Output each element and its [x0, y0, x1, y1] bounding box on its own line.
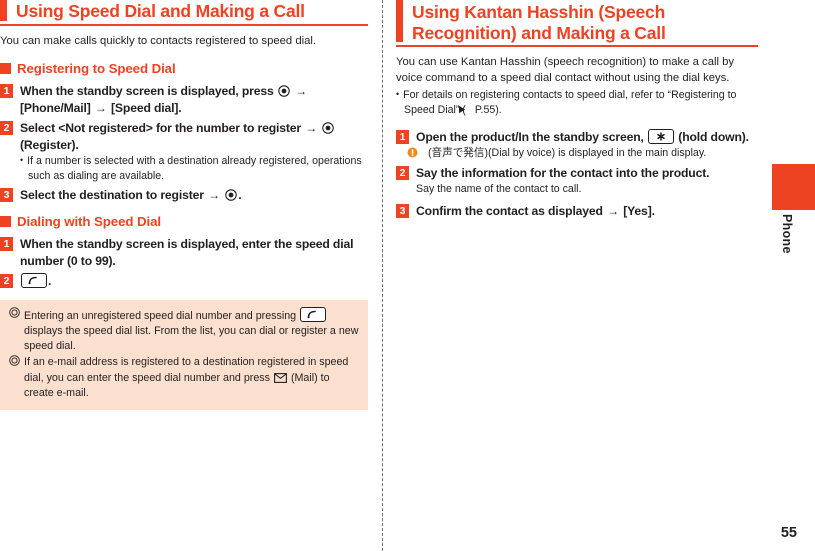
- column-divider: [382, 0, 383, 551]
- step-number-badge: 3: [396, 204, 409, 219]
- step-number-badge: 1: [396, 129, 409, 144]
- step-arrow: →: [208, 187, 220, 202]
- step-number-badge: 1: [0, 237, 13, 252]
- step-text-part2: (hold down).: [678, 129, 749, 144]
- step-item: 2 Say the information for the contact in…: [396, 165, 758, 197]
- double-circle-icon: [9, 307, 21, 322]
- orange-info-icon: [407, 147, 427, 158]
- step-arrow: →: [295, 84, 307, 99]
- right-column: Using Kantan Hasshin (Speech Recognition…: [396, 0, 758, 224]
- asterisk-key-icon: [648, 128, 675, 144]
- left-chapter-title-text: Using Speed Dial and Making a Call: [16, 1, 305, 21]
- section-header-registering: Registering to Speed Dial: [0, 61, 368, 76]
- step-body: Select the destination to register → .: [20, 187, 368, 203]
- step-text-part2: (Register).: [20, 137, 79, 152]
- step-text-part3: [Speed dial].: [111, 100, 182, 115]
- step-body: When the standby screen is displayed, pr…: [20, 83, 368, 116]
- step-item: 1 When the standby screen is displayed, …: [0, 236, 368, 269]
- step-number-badge: 1: [0, 84, 13, 99]
- step-title: When the standby screen is displayed, en…: [20, 237, 354, 268]
- right-intro-bullet-part2: P.55).: [474, 104, 502, 117]
- step-item: 2 Select <Not registered> for the number…: [0, 120, 368, 183]
- right-chapter-title: Using Kantan Hasshin (Speech Recognition…: [396, 0, 758, 48]
- left-intro-paragraph: You can make calls quickly to contacts r…: [0, 34, 317, 47]
- double-circle-icon: [9, 355, 21, 370]
- right-intro-bullet-part1: For details on registering contacts to s…: [403, 89, 737, 117]
- step-subnote: Say the name of the contact to call.: [416, 183, 582, 195]
- step-body: Select <Not registered> for the number t…: [20, 120, 368, 183]
- step-body: When the standby screen is displayed, en…: [20, 236, 368, 269]
- step-item: 2 .: [0, 273, 368, 289]
- section-header-dialing-text: Dialing with Speed Dial: [17, 214, 161, 230]
- step-number-badge: 2: [396, 165, 409, 180]
- step-item: 1 Open the product/In the standby screen…: [396, 128, 758, 161]
- enter-key-icon: [225, 189, 237, 201]
- section-header-registering-text: Registering to Speed Dial: [17, 61, 176, 77]
- side-tab-marker: [772, 164, 815, 210]
- right-intro-paragraph: You can use Kantan Hasshin (speech recog…: [396, 56, 735, 84]
- step-body: Confirm the contact as displayed → [Yes]…: [416, 203, 758, 219]
- step-arrow: →: [607, 204, 619, 219]
- left-chapter-title: Using Speed Dial and Making a Call: [0, 0, 368, 26]
- step-arrow: →: [94, 100, 107, 115]
- call-key-icon: [21, 273, 47, 289]
- step-subnote: If a number is selected with a destinati…: [20, 154, 368, 183]
- step-text-part1: Confirm the contact as displayed: [416, 204, 603, 219]
- call-key-icon: [300, 306, 327, 322]
- note-text-part2: displays the speed dial list. From the l…: [24, 324, 359, 353]
- section-square-icon: [0, 216, 11, 228]
- step-text-part2: .: [238, 187, 242, 202]
- step-title: Select <Not registered> for the number t…: [20, 120, 368, 153]
- title-accent-bar: [396, 0, 403, 43]
- manual-page: Using Speed Dial and Making a Call You c…: [0, 0, 815, 551]
- step-item: 3 Select the destination to register → .: [0, 187, 368, 203]
- step-item: 1 When the standby screen is displayed, …: [0, 83, 368, 116]
- step-text-part2: [Yes].: [623, 204, 655, 219]
- step-title: Say the information for the contact into…: [416, 165, 710, 180]
- step-title: Confirm the contact as displayed → [Yes]…: [416, 203, 758, 219]
- step-title: When the standby screen is displayed, pr…: [20, 83, 368, 116]
- note-box: Entering an unregistered speed dial numb…: [0, 299, 368, 410]
- enter-key-icon: [278, 85, 290, 97]
- page-number: 55: [780, 525, 797, 541]
- step-subnote: (音声で発信)(Dial by voice) is displayed in t…: [407, 146, 758, 160]
- step-body: .: [20, 273, 368, 289]
- step-text-part1: When the standby screen is displayed, pr…: [20, 84, 274, 99]
- left-column: Using Speed Dial and Making a Call You c…: [0, 0, 368, 410]
- note-text: Entering an unregistered speed dial numb…: [24, 306, 359, 355]
- step-body: Say the information for the contact into…: [416, 165, 758, 197]
- step-text-part2: .: [48, 274, 52, 289]
- note-item: If an e-mail address is registered to a …: [9, 355, 359, 401]
- enter-key-icon: [322, 122, 335, 134]
- step-arrow: →: [305, 121, 318, 136]
- title-accent-bar: [0, 0, 7, 21]
- note-text-part1: Entering an unregistered speed dial numb…: [24, 309, 297, 322]
- section-header-dialing: Dialing with Speed Dial: [0, 214, 368, 229]
- step-item: 3 Confirm the contact as displayed → [Ye…: [396, 203, 758, 219]
- right-chapter-title-text: Using Kantan Hasshin (Speech Recognition…: [412, 2, 666, 43]
- right-triangle-icon: [458, 104, 474, 114]
- step-title: .: [20, 273, 368, 289]
- note-item: Entering an unregistered speed dial numb…: [9, 306, 359, 355]
- step-number-badge: 2: [0, 121, 13, 136]
- section-square-icon: [0, 63, 11, 75]
- side-tab-label: Phone: [780, 214, 794, 254]
- step-title: Open the product/In the standby screen, …: [416, 128, 758, 145]
- right-intro-bullet: For details on registering contacts to s…: [396, 88, 758, 117]
- step-number-badge: 2: [0, 274, 13, 289]
- step-text-part1: Select the destination to register: [20, 187, 204, 202]
- note-text: If an e-mail address is registered to a …: [24, 355, 359, 401]
- step-title: Select the destination to register → .: [20, 187, 368, 203]
- mail-icon: [274, 372, 287, 383]
- step-subnote-text: (音声で発信)(Dial by voice) is displayed in t…: [428, 147, 707, 160]
- step-body: Open the product/In the standby screen, …: [407, 128, 758, 161]
- step-text-part1: Open the product/In the standby screen,: [416, 129, 644, 144]
- step-subnote-text: If a number is selected with a destinati…: [27, 155, 362, 182]
- step-text-part2: [Phone/Mail]: [20, 100, 91, 115]
- step-text-part1: Select <Not registered> for the number t…: [20, 121, 302, 136]
- step-number-badge: 3: [0, 187, 13, 202]
